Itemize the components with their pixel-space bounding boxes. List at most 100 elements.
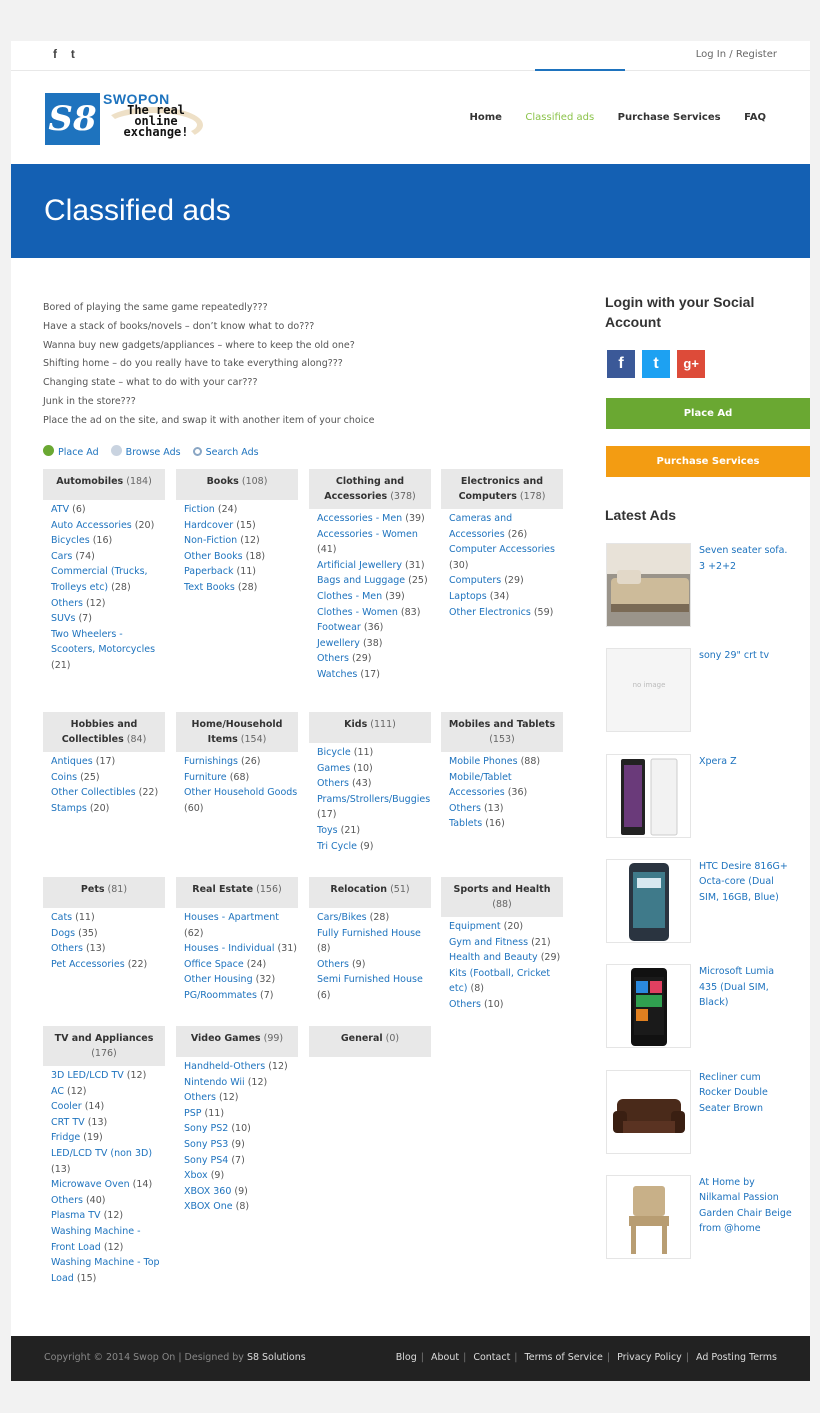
category-heading[interactable]: Automobiles (184)	[43, 469, 165, 500]
subcategory-link[interactable]: Others	[51, 598, 83, 609]
subcategory-link[interactable]: Text Books	[184, 582, 235, 593]
footer-link-privacy[interactable]: Privacy Policy	[617, 1352, 682, 1363]
latest-ad-thumbnail[interactable]	[606, 964, 691, 1049]
subcategory-link[interactable]: Kits (Football, Cricket etc)	[449, 968, 550, 995]
subcategory-link[interactable]: CRT TV	[51, 1117, 85, 1128]
subcategory-link[interactable]: Others	[317, 653, 349, 664]
category-heading[interactable]: Relocation (51)	[309, 877, 431, 908]
subcategory-link[interactable]: Tri Cycle	[317, 841, 357, 852]
latest-ad-item[interactable]: HTC Desire 816G+ Octa-core (Dual SIM, 16…	[606, 858, 796, 945]
subcategory-link[interactable]: Others	[317, 959, 349, 970]
subcategory-link[interactable]: Other Housing	[184, 974, 253, 985]
category-heading[interactable]: TV and Appliances (176)	[43, 1026, 165, 1066]
subcategory-link[interactable]: Artificial Jewellery	[317, 560, 402, 571]
subcategory-link[interactable]: Paperback	[184, 566, 233, 577]
subcategory-link[interactable]: Pet Accessories	[51, 959, 125, 970]
subcategory-link[interactable]: Sony PS2	[184, 1123, 228, 1134]
category-heading[interactable]: Books (108)	[176, 469, 298, 500]
subcategory-link[interactable]: Clothes - Men	[317, 591, 382, 602]
latest-ad-thumbnail[interactable]	[606, 1174, 691, 1259]
subcategory-link[interactable]: Others	[449, 999, 481, 1010]
subcategory-link[interactable]: Cooler	[51, 1101, 82, 1112]
latest-ad-thumbnail[interactable]	[606, 753, 691, 838]
subcategory-link[interactable]: Tablets	[449, 818, 482, 829]
subcategory-link[interactable]: Equipment	[449, 921, 501, 932]
login-register-link[interactable]: Log In / Register	[696, 49, 777, 60]
twitter-icon[interactable]: t	[71, 47, 75, 61]
subcategory-link[interactable]: Laptops	[449, 591, 487, 602]
subcategory-link[interactable]: Others	[449, 803, 481, 814]
latest-ad-item[interactable]: Seven seater sofa. 3 +2+2	[606, 543, 796, 629]
subcategory-link[interactable]: Houses - Individual	[184, 943, 274, 954]
category-heading[interactable]: Sports and Health (88)	[441, 877, 563, 917]
subcategory-link[interactable]: Other Books	[184, 551, 243, 562]
latest-ad-title[interactable]: Seven seater sofa. 3 +2+2	[699, 543, 794, 574]
subcategory-link[interactable]: Sony PS4	[184, 1155, 228, 1166]
facebook-login-icon[interactable]: f	[607, 350, 635, 378]
subcategory-link[interactable]: ATV	[51, 504, 69, 515]
subcategory-link[interactable]: Computers	[449, 575, 501, 586]
subcategory-link[interactable]: PSP	[184, 1108, 202, 1119]
latest-ad-title[interactable]: sony 29" crt tv	[699, 648, 794, 664]
subcategory-link[interactable]: Antiques	[51, 756, 93, 767]
subcategory-link[interactable]: Hardcover	[184, 520, 233, 531]
subcategory-link[interactable]: Toys	[317, 825, 338, 836]
subcategory-link[interactable]: Computer Accessories	[449, 544, 555, 555]
subcategory-link[interactable]: XBOX One	[184, 1201, 233, 1212]
category-heading[interactable]: Home/Household Items (154)	[176, 712, 298, 752]
google-plus-login-icon[interactable]: g+	[677, 350, 706, 378]
category-heading[interactable]: Kids (111)	[309, 712, 431, 743]
place-ad-link[interactable]: Place Ad	[43, 445, 99, 458]
latest-ad-thumbnail[interactable]: no image	[606, 648, 691, 733]
subcategory-link[interactable]: 3D LED/LCD TV	[51, 1070, 124, 1081]
subcategory-link[interactable]: Cars	[51, 551, 72, 562]
footer-link-about[interactable]: About	[431, 1352, 459, 1363]
latest-ad-item[interactable]: At Home by Nilkamal Passion Garden Chair…	[606, 1174, 796, 1261]
subcategory-link[interactable]: Others	[51, 1195, 83, 1206]
subcategory-link[interactable]: Others	[51, 943, 83, 954]
latest-ad-item[interactable]: Recliner cum Rocker Double Seater Brown	[606, 1069, 796, 1156]
browse-ads-link[interactable]: Browse Ads	[110, 445, 181, 458]
subcategory-link[interactable]: Cats	[51, 912, 72, 923]
subcategory-link[interactable]: Mobile Phones	[449, 756, 518, 767]
subcategory-link[interactable]: Auto Accessories	[51, 520, 132, 531]
latest-ad-item[interactable]: Xpera Z	[606, 753, 796, 840]
site-logo[interactable]: S8 SWOPON The real online exchange!	[45, 91, 203, 147]
subcategory-link[interactable]: Jewellery	[317, 638, 360, 649]
purchase-services-button[interactable]: Purchase Services	[606, 446, 810, 477]
subcategory-link[interactable]: Watches	[317, 669, 357, 680]
subcategory-link[interactable]: Others	[317, 778, 349, 789]
subcategory-link[interactable]: Microwave Oven	[51, 1179, 130, 1190]
subcategory-link[interactable]: Cameras and Accessories	[449, 513, 512, 540]
subcategory-link[interactable]: Mobile/Tablet Accessories	[449, 772, 512, 799]
subcategory-link[interactable]: Clothes - Women	[317, 607, 398, 618]
subcategory-link[interactable]: PG/Roommates	[184, 990, 257, 1001]
subcategory-link[interactable]: Fully Furnished House	[317, 928, 421, 939]
category-heading[interactable]: Real Estate (156)	[176, 877, 298, 908]
nav-classified-ads[interactable]: Classified ads	[525, 112, 594, 123]
subcategory-link[interactable]: Other Electronics	[449, 607, 531, 618]
category-heading[interactable]: Clothing and Accessories (378)	[309, 469, 431, 509]
subcategory-link[interactable]: Sony PS3	[184, 1139, 228, 1150]
category-heading[interactable]: Pets (81)	[43, 877, 165, 908]
subcategory-link[interactable]: AC	[51, 1086, 64, 1097]
subcategory-link[interactable]: Others	[184, 1092, 216, 1103]
subcategory-link[interactable]: Cars/Bikes	[317, 912, 367, 923]
subcategory-link[interactable]: Games	[317, 763, 350, 774]
category-heading[interactable]: Electronics and Computers (178)	[441, 469, 563, 509]
subcategory-link[interactable]: SUVs	[51, 613, 75, 624]
footer-link-contact[interactable]: Contact	[473, 1352, 510, 1363]
subcategory-link[interactable]: Furniture	[184, 772, 227, 783]
subcategory-link[interactable]: Bicycles	[51, 535, 90, 546]
footer-link-terms[interactable]: Terms of Service	[525, 1352, 603, 1363]
subcategory-link[interactable]: Fridge	[51, 1132, 80, 1143]
category-heading[interactable]: Video Games (99)	[176, 1026, 298, 1057]
subcategory-link[interactable]: Non-Fiction	[184, 535, 237, 546]
facebook-icon[interactable]: f	[53, 47, 57, 61]
subcategory-link[interactable]: Houses - Apartment	[184, 912, 279, 923]
footer-link-ad-terms[interactable]: Ad Posting Terms	[696, 1352, 777, 1363]
latest-ad-title[interactable]: Microsoft Lumia 435 (Dual SIM, Black)	[699, 964, 794, 1011]
subcategory-link[interactable]: Office Space	[184, 959, 244, 970]
latest-ad-thumbnail[interactable]	[606, 1069, 691, 1154]
subcategory-link[interactable]: XBOX 360	[184, 1186, 231, 1197]
